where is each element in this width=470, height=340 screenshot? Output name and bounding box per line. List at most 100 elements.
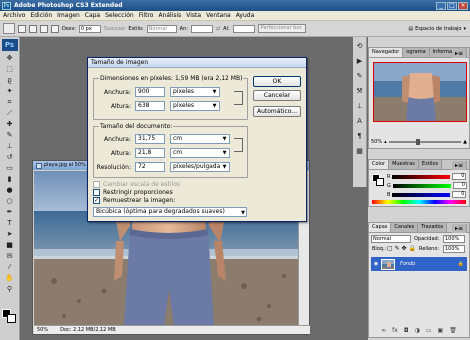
auto-button[interactable]: Automático... bbox=[253, 106, 301, 117]
tab-paths[interactable]: Trazados bbox=[418, 223, 448, 232]
menu-edicion[interactable]: Edición bbox=[30, 12, 52, 19]
brush-tool-icon[interactable]: ✎ bbox=[4, 130, 16, 140]
menu-capa[interactable]: Capa bbox=[85, 12, 100, 19]
clone-stamp-icon[interactable]: ⊥ bbox=[4, 141, 16, 151]
marquee-preset-icon[interactable] bbox=[3, 23, 15, 34]
layer-mask-icon[interactable]: ◘ bbox=[404, 327, 409, 335]
antialias-checkbox[interactable]: Suavizar bbox=[104, 26, 126, 32]
red-slider[interactable] bbox=[392, 174, 451, 179]
blue-value[interactable]: 0 bbox=[452, 191, 467, 198]
zoom-level[interactable]: 50% bbox=[37, 327, 48, 333]
maximize-button[interactable]: □ bbox=[447, 1, 457, 10]
doc-width-input[interactable]: 31,75 bbox=[135, 134, 165, 144]
zoom-slider[interactable] bbox=[388, 139, 462, 145]
panel-menu-icon[interactable]: ▸≡ bbox=[451, 49, 467, 58]
history-icon[interactable]: ⟲ bbox=[355, 41, 365, 51]
pixel-width-input[interactable]: 900 bbox=[135, 87, 165, 97]
feather-input[interactable]: 0 px bbox=[78, 24, 101, 33]
opacity-input[interactable]: 100% bbox=[443, 235, 465, 243]
refine-edge-button[interactable]: Perfeccionar bor. bbox=[257, 24, 306, 33]
marquee-tool-icon[interactable]: ⬚ bbox=[4, 64, 16, 74]
magic-wand-tool-icon[interactable]: ✦ bbox=[4, 86, 16, 96]
constrain-proportions-checkbox[interactable]: Restringir proporciones bbox=[93, 189, 173, 196]
menu-imagen[interactable]: Imagen bbox=[57, 12, 80, 19]
green-slider[interactable] bbox=[392, 183, 451, 188]
gradient-tool-icon[interactable]: ▮ bbox=[4, 174, 16, 184]
lasso-tool-icon[interactable]: ϱ bbox=[4, 75, 16, 85]
resample-method-select[interactable]: Bicúbica (óptima para degradados suaves)… bbox=[93, 207, 247, 217]
lock-icons[interactable]: ▢ ✎ ✥ 🔒 bbox=[387, 245, 416, 252]
menu-filtro[interactable]: Filtro bbox=[139, 12, 154, 19]
tab-navigator[interactable]: Navegador bbox=[369, 48, 404, 57]
healing-brush-icon[interactable]: ✚ bbox=[4, 119, 16, 129]
blur-tool-icon[interactable]: ● bbox=[4, 185, 16, 195]
notes-tool-icon[interactable]: ✉ bbox=[4, 251, 16, 261]
panel-menu-icon[interactable]: ▸≡ bbox=[451, 224, 467, 233]
pixel-width-unit-select[interactable]: píxeles ▼ bbox=[170, 87, 220, 97]
navigator-preview[interactable] bbox=[373, 62, 467, 122]
red-value[interactable]: 0 bbox=[452, 173, 467, 180]
new-group-icon[interactable]: ▭ bbox=[426, 327, 432, 335]
panel-menu-icon[interactable]: ▸≡ bbox=[451, 161, 467, 170]
background-color[interactable] bbox=[7, 314, 16, 323]
doc-width-unit-select[interactable]: cm ▼ bbox=[170, 134, 230, 144]
zoom-in-icon[interactable]: ▲ bbox=[463, 139, 467, 145]
blend-mode-select[interactable]: Normal bbox=[371, 235, 411, 243]
pixel-height-input[interactable]: 638 bbox=[135, 101, 165, 111]
menu-seleccion[interactable]: Selección bbox=[105, 12, 134, 19]
workspace-menu[interactable]: ▤ Espacio de trabajo ▾ bbox=[408, 26, 466, 32]
fill-input[interactable]: 100% bbox=[443, 245, 465, 253]
actions-icon[interactable]: ▶ bbox=[355, 56, 365, 66]
tab-layers[interactable]: Capas bbox=[369, 223, 392, 232]
tool-presets-icon[interactable]: ⚒ bbox=[355, 86, 365, 96]
crop-tool-icon[interactable]: ⌗ bbox=[4, 97, 16, 107]
tab-histogram[interactable]: ograma bbox=[403, 48, 430, 57]
menu-archivo[interactable]: Archivo bbox=[3, 12, 25, 19]
paragraph-icon[interactable]: ¶ bbox=[355, 131, 365, 141]
bg-color-swatch[interactable] bbox=[376, 178, 384, 186]
subtract-selection-icon[interactable] bbox=[40, 24, 48, 33]
cancel-button[interactable]: Cancelar bbox=[253, 90, 301, 101]
resolution-unit-select[interactable]: píxeles/pulgada ▼ bbox=[170, 162, 230, 172]
dodge-tool-icon[interactable]: ○ bbox=[4, 196, 16, 206]
pen-tool-icon[interactable]: ✒ bbox=[4, 207, 16, 217]
ok-button[interactable]: OK bbox=[253, 76, 301, 87]
layer-row[interactable]: ◉ Fondo 🔒 bbox=[371, 257, 467, 271]
trash-icon[interactable]: 🗑 bbox=[449, 327, 457, 335]
character-icon[interactable]: A bbox=[355, 116, 365, 126]
history-brush-icon[interactable]: ↺ bbox=[4, 152, 16, 162]
layer-comps-icon[interactable]: ▦ bbox=[355, 146, 365, 156]
minimize-button[interactable]: _ bbox=[436, 1, 446, 10]
path-select-icon[interactable]: ➤ bbox=[4, 229, 16, 239]
intersect-selection-icon[interactable] bbox=[51, 24, 59, 33]
zoom-value[interactable]: 50% bbox=[371, 139, 382, 145]
link-layers-icon[interactable]: ∞ bbox=[381, 327, 386, 335]
add-selection-icon[interactable] bbox=[29, 24, 37, 33]
tab-channels[interactable]: Canales bbox=[391, 223, 419, 232]
resolution-input[interactable]: 72 bbox=[135, 162, 165, 172]
close-button[interactable]: × bbox=[458, 1, 468, 10]
height-input[interactable] bbox=[232, 24, 255, 33]
doc-size-info[interactable]: Doc: 2,12 MB/2,12 MB bbox=[60, 327, 116, 333]
layer-style-icon[interactable]: fx bbox=[392, 327, 398, 335]
shape-tool-icon[interactable]: ■ bbox=[4, 240, 16, 250]
eyedropper-icon[interactable]: ⁄ bbox=[4, 262, 16, 272]
green-value[interactable]: 0 bbox=[452, 182, 467, 189]
doc-height-unit-select[interactable]: cm ▼ bbox=[170, 148, 230, 158]
type-tool-icon[interactable]: T bbox=[4, 218, 16, 228]
tab-styles[interactable]: Estilos bbox=[418, 160, 443, 169]
swap-icon[interactable]: ⇄ bbox=[216, 26, 220, 32]
zoom-out-icon[interactable]: ▴ bbox=[384, 139, 387, 145]
pixel-height-unit-select[interactable]: píxeles ▼ bbox=[170, 101, 220, 111]
style-select[interactable]: Normal bbox=[146, 24, 177, 33]
menu-vista[interactable]: Vista bbox=[186, 12, 201, 19]
slice-tool-icon[interactable]: ⟋ bbox=[4, 108, 16, 118]
menu-ventana[interactable]: Ventana bbox=[206, 12, 231, 19]
menu-ayuda[interactable]: Ayuda bbox=[236, 12, 255, 19]
hand-tool-icon[interactable]: ✋ bbox=[4, 273, 16, 283]
doc-height-input[interactable]: 21,8 bbox=[135, 148, 165, 158]
eraser-tool-icon[interactable]: ▭ bbox=[4, 163, 16, 173]
brushes-icon[interactable]: ✎ bbox=[355, 71, 365, 81]
scale-styles-checkbox[interactable]: Cambiar escala de estilos bbox=[93, 181, 180, 188]
menu-analisis[interactable]: Análisis bbox=[158, 12, 181, 19]
